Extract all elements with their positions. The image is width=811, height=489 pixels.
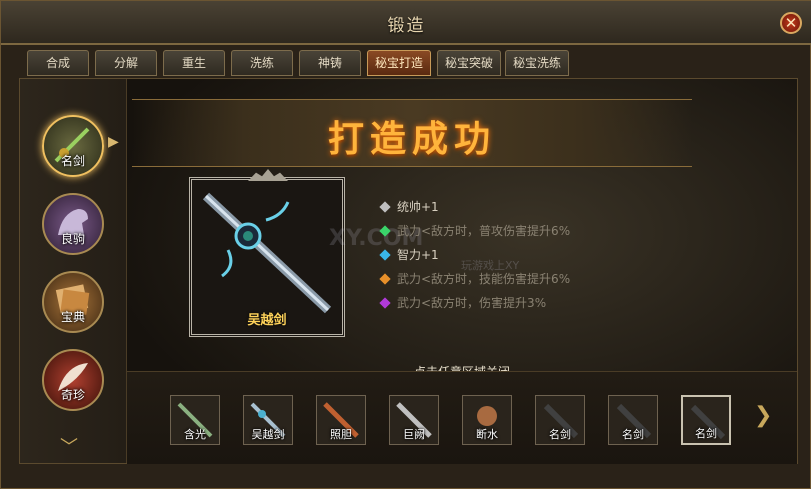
tab-decompose[interactable]: 分解 <box>95 50 157 76</box>
item-slot[interactable]: 含光 <box>170 395 220 445</box>
item-slot[interactable]: 吴越剑 <box>243 395 293 445</box>
tab-rebirth[interactable]: 重生 <box>163 50 225 76</box>
chevron-down-icon[interactable]: ﹀ <box>60 433 78 459</box>
banner-title: 打造成功 <box>327 118 496 160</box>
diamond-icon <box>379 201 391 213</box>
item-slot[interactable]: 巨阙 <box>389 395 439 445</box>
tab-refine[interactable]: 洗练 <box>231 50 293 76</box>
item-slot-selected[interactable]: 名剑 <box>681 395 731 445</box>
item-slot-label: 断水 <box>476 428 498 441</box>
tab-treasure-forge[interactable]: 秘宝打造 <box>367 50 431 76</box>
stat-text: 武力<敌方时，普攻伤害提升6% <box>397 224 571 238</box>
item-frame: 吴越剑 <box>189 169 345 337</box>
item-slot-label: 吴越剑 <box>251 428 285 441</box>
item-name: 吴越剑 <box>247 313 287 328</box>
stat-text: 智力+1 <box>397 248 439 262</box>
item-slot-label: 名剑 <box>549 428 571 441</box>
item-slot-label: 名剑 <box>695 427 717 440</box>
item-slot[interactable]: 名剑 <box>535 395 585 445</box>
diamond-icon <box>379 273 391 285</box>
tab-treasure-refine[interactable]: 秘宝洗练 <box>505 50 569 76</box>
category-sword[interactable]: 名剑 <box>42 115 104 177</box>
window-title: 锻造 <box>387 16 426 36</box>
item-slot-label: 名剑 <box>622 428 644 441</box>
diamond-icon <box>379 249 391 261</box>
stat-text: 统帅+1 <box>397 200 439 214</box>
category-sidebar: 名剑 ▶ 良驹 宝典 奇珍 ﹀ <box>20 79 127 463</box>
chevron-right-icon: ▶ <box>108 134 119 150</box>
main-panel: 名剑 ▶ 良驹 宝典 奇珍 ﹀ 打造成功 吴越剑 XY.COM 玩游戏上XY 统… <box>19 78 798 464</box>
chevron-right-icon[interactable]: ❯ <box>754 403 772 428</box>
frame-crown-ornament <box>248 169 288 181</box>
tab-compose[interactable]: 合成 <box>27 50 89 76</box>
item-slot[interactable]: 照胆 <box>316 395 366 445</box>
stat-text: 武力<敌方时，伤害提升3% <box>397 296 547 310</box>
item-slot[interactable]: 名剑 <box>608 395 658 445</box>
title-bar: 锻造 ✕ <box>1 1 811 45</box>
item-slot[interactable]: 断水 <box>462 395 512 445</box>
item-slot-label: 巨阙 <box>403 428 425 441</box>
stat-line: 智力+1 <box>379 243 570 267</box>
diamond-icon <box>379 225 391 237</box>
stat-line: 武力<敌方时，普攻伤害提升6% <box>379 219 570 243</box>
category-label: 宝典 <box>60 310 85 324</box>
stat-line: 统帅+1 <box>379 195 570 219</box>
wuyue-sword-icon <box>202 192 332 314</box>
close-button[interactable]: ✕ <box>780 12 802 34</box>
diamond-icon <box>379 297 391 309</box>
result-banner: 打造成功 <box>132 99 692 167</box>
category-horse[interactable]: 良驹 <box>42 193 104 255</box>
category-label: 奇珍 <box>60 388 85 402</box>
stat-list: 统帅+1 武力<敌方时，普攻伤害提升6% 智力+1 武力<敌方时，技能伤害提升6… <box>379 195 570 315</box>
tab-treasure-breakthrough[interactable]: 秘宝突破 <box>437 50 501 76</box>
item-slot-label: 含光 <box>184 428 206 441</box>
stat-line: 武力<敌方时，技能伤害提升6% <box>379 267 570 291</box>
item-slot-label: 照胆 <box>330 428 352 441</box>
forge-window: 锻造 ✕ 合成 分解 重生 洗练 神铸 秘宝打造 秘宝突破 秘宝洗练 名剑 ▶ … <box>0 0 811 489</box>
tab-divine-cast[interactable]: 神铸 <box>299 50 361 76</box>
category-label: 名剑 <box>60 154 85 168</box>
stat-text: 武力<敌方时，技能伤害提升6% <box>397 272 571 286</box>
category-treasure[interactable]: 奇珍 <box>42 349 104 411</box>
category-label: 良驹 <box>60 232 85 246</box>
stat-line: 武力<敌方时，伤害提升3% <box>379 291 570 315</box>
category-book[interactable]: 宝典 <box>42 271 104 333</box>
